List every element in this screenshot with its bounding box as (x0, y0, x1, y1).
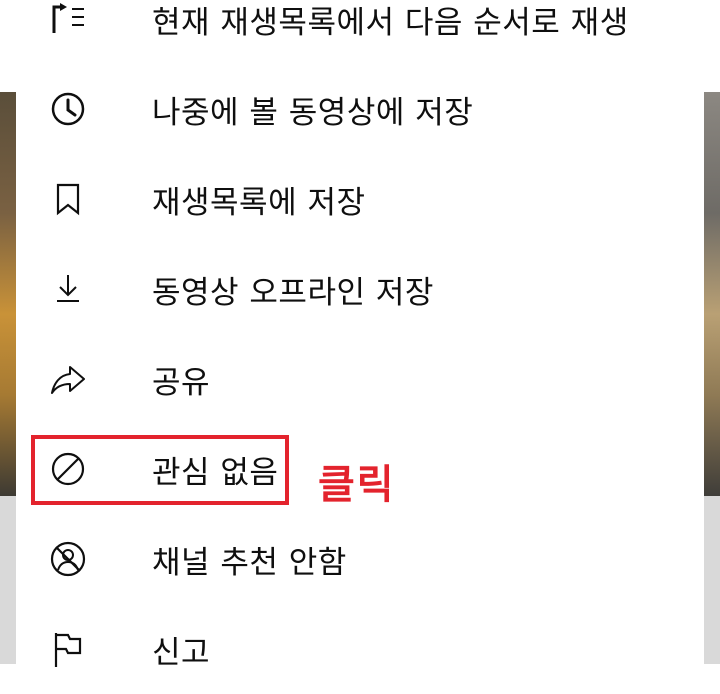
video-thumbnail-edge-right (702, 92, 720, 496)
menu-item-label: 재생목록에 저장 (152, 184, 366, 221)
menu-item-label: 현재 재생목록에서 다음 순서로 재생 (152, 4, 629, 41)
menu-item-label: 채널 추천 안함 (152, 544, 347, 581)
menu-item-watch-later[interactable]: 나중에 볼 동영상에 저장 (16, 64, 704, 154)
menu-item-label: 공유 (152, 364, 211, 401)
menu-item-play-next[interactable]: 현재 재생목록에서 다음 순서로 재생 (16, 0, 704, 64)
menu-item-label: 동영상 오프라인 저장 (152, 274, 434, 311)
not-interested-highlight-box (31, 435, 289, 505)
flag-icon (46, 627, 90, 671)
menu-item-label: 신고 (152, 634, 211, 671)
block-channel-icon (46, 537, 90, 581)
menu-item-report[interactable]: 신고 (16, 604, 704, 694)
video-options-menu: 현재 재생목록에서 다음 순서로 재생 나중에 볼 동영상에 저장 재생목록에 … (16, 0, 704, 671)
menu-item-label: 나중에 볼 동영상에 저장 (152, 94, 474, 131)
click-annotation: 클릭 (318, 462, 396, 508)
bookmark-icon (46, 177, 90, 221)
clock-icon (46, 87, 90, 131)
download-icon (46, 267, 90, 311)
play-next-icon (46, 0, 90, 41)
feed-edge-right (702, 496, 720, 664)
menu-item-save-to-playlist[interactable]: 재생목록에 저장 (16, 154, 704, 244)
menu-item-dont-recommend-channel[interactable]: 채널 추천 안함 (16, 514, 704, 604)
share-icon (46, 357, 90, 401)
menu-item-download[interactable]: 동영상 오프라인 저장 (16, 244, 704, 334)
menu-item-share[interactable]: 공유 (16, 334, 704, 424)
